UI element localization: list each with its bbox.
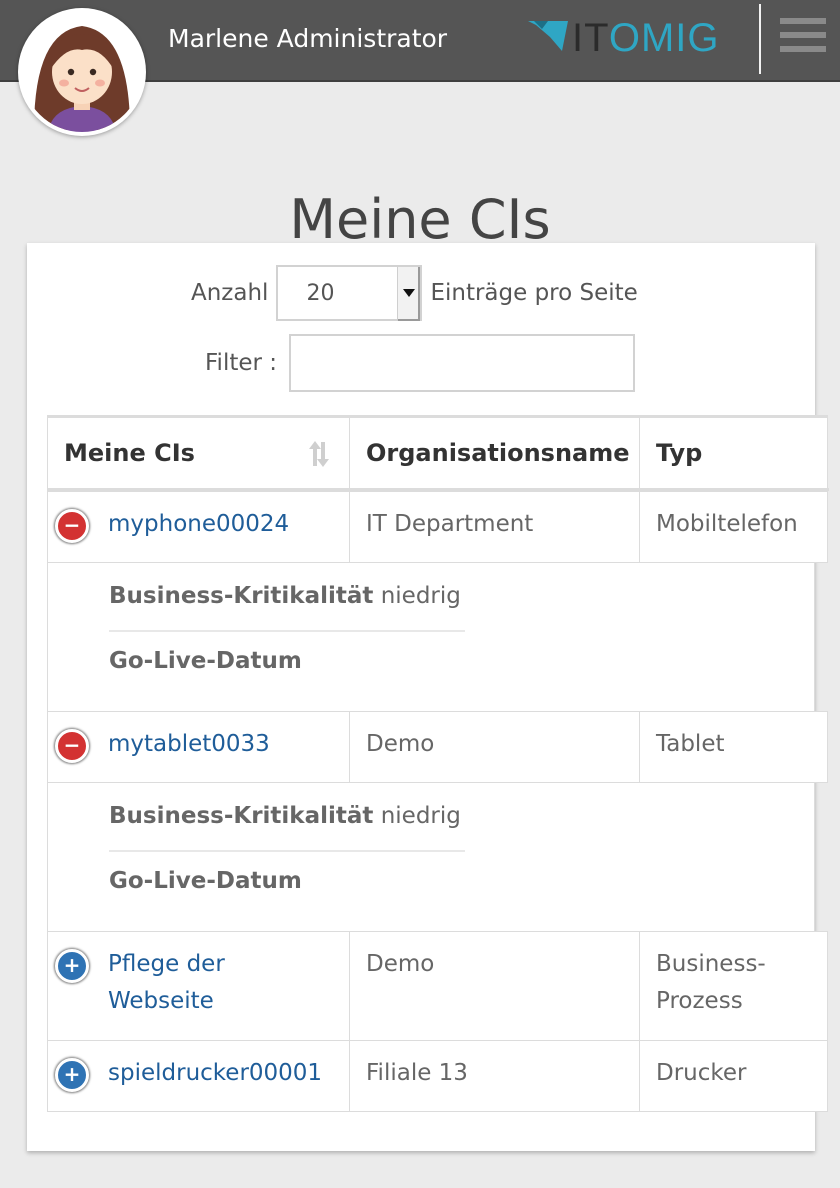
company-logo[interactable]: ITOMIG (528, 18, 720, 58)
page-length-control: Anzahl 20 Einträge pro Seite (191, 264, 638, 322)
org-cell: Demo (349, 931, 640, 1041)
detail-divider (109, 850, 465, 852)
table-header: Meine CIs Organisationsname Typ (47, 415, 829, 491)
org-value: IT Department (366, 511, 534, 537)
content-panel: Anzahl 20 Einträge pro Seite Filter : Me… (27, 243, 829, 1151)
detail-divider (109, 630, 465, 632)
collapse-row-icon[interactable]: − (55, 509, 89, 543)
table-row: − mytablet0033 Demo Tablet (47, 711, 829, 783)
length-label: Anzahl (191, 280, 269, 306)
type-cell: Drucker (639, 1040, 828, 1112)
column-header-typ[interactable]: Typ (639, 415, 828, 489)
detail-value: niedrig (380, 803, 461, 829)
detail-criticality: Business-Kritikalität niedrig (109, 583, 461, 609)
column-label: Meine CIs (64, 439, 195, 467)
chevron-down-icon[interactable] (397, 267, 421, 321)
column-header-organisationsname[interactable]: Organisationsname (349, 415, 640, 489)
type-value: Drucker (656, 1060, 747, 1086)
table-row: + spieldrucker00001 Filiale 13 Drucker (47, 1040, 829, 1112)
table-row: − myphone00024 IT Department Mobiltelefo… (47, 491, 829, 563)
filter-input[interactable] (289, 334, 636, 392)
user-name[interactable]: Marlene Administrator (168, 24, 447, 53)
logo-text-omig: OMIG (608, 16, 720, 60)
type-cell: Business-Prozess (639, 931, 828, 1041)
logo-flag-icon (528, 21, 568, 51)
ci-link[interactable]: Pflege der Webseite (108, 946, 258, 1020)
detail-golive: Go-Live-Datum (109, 868, 302, 894)
org-value: Demo (366, 951, 435, 977)
collapse-row-icon[interactable]: − (55, 729, 89, 763)
detail-golive: Go-Live-Datum (109, 648, 302, 674)
ci-table: Meine CIs Organisationsname Typ − myphon… (47, 415, 829, 1112)
column-label: Typ (656, 439, 703, 467)
type-value: Tablet (656, 731, 725, 757)
name-cell: − myphone00024 (47, 491, 350, 563)
org-cell: IT Department (349, 491, 640, 563)
page-length-select[interactable]: 20 (276, 265, 423, 321)
detail-label: Business-Kritikalität (109, 803, 374, 829)
filter-label: Filter : (205, 350, 278, 376)
name-cell: − mytablet0033 (47, 711, 350, 783)
row-details: Business-Kritikalität niedrig Go-Live-Da… (47, 782, 815, 932)
filter-control: Filter : (205, 333, 636, 393)
detail-value: niedrig (380, 583, 461, 609)
org-cell: Demo (349, 711, 640, 783)
name-cell: + Pflege der Webseite (47, 931, 350, 1041)
page-length-value: 20 (306, 281, 335, 306)
detail-label: Go-Live-Datum (109, 648, 302, 674)
ci-link[interactable]: myphone00024 (108, 506, 289, 543)
table-row: + Pflege der Webseite Demo Business-Proz… (47, 931, 829, 1041)
user-avatar-icon (22, 12, 142, 132)
org-value: Demo (366, 731, 435, 757)
sort-icon[interactable] (306, 440, 332, 468)
detail-criticality: Business-Kritikalität niedrig (109, 803, 461, 829)
type-value: Business-Prozess (656, 951, 766, 1014)
name-cell: + spieldrucker00001 (47, 1040, 350, 1112)
type-cell: Tablet (639, 711, 828, 783)
length-suffix: Einträge pro Seite (430, 280, 638, 306)
ci-link[interactable]: spieldrucker00001 (108, 1055, 322, 1092)
avatar[interactable] (18, 8, 146, 136)
column-label: Organisationsname (366, 439, 630, 467)
detail-label: Business-Kritikalität (109, 583, 374, 609)
row-details: Business-Kritikalität niedrig Go-Live-Da… (47, 562, 815, 712)
hamburger-menu-icon[interactable] (780, 18, 826, 58)
type-cell: Mobiltelefon (639, 491, 828, 563)
detail-label: Go-Live-Datum (109, 868, 302, 894)
expand-row-icon[interactable]: + (55, 949, 89, 983)
org-cell: Filiale 13 (349, 1040, 640, 1112)
org-value: Filiale 13 (366, 1060, 468, 1086)
ci-link[interactable]: mytablet0033 (108, 726, 270, 763)
logo-text-it: IT (572, 16, 609, 60)
page-title: Meine CIs (289, 188, 551, 252)
type-value: Mobiltelefon (656, 511, 798, 537)
expand-row-icon[interactable]: + (55, 1058, 89, 1092)
header-divider (759, 4, 761, 74)
column-header-meine-cis[interactable]: Meine CIs (47, 415, 350, 489)
